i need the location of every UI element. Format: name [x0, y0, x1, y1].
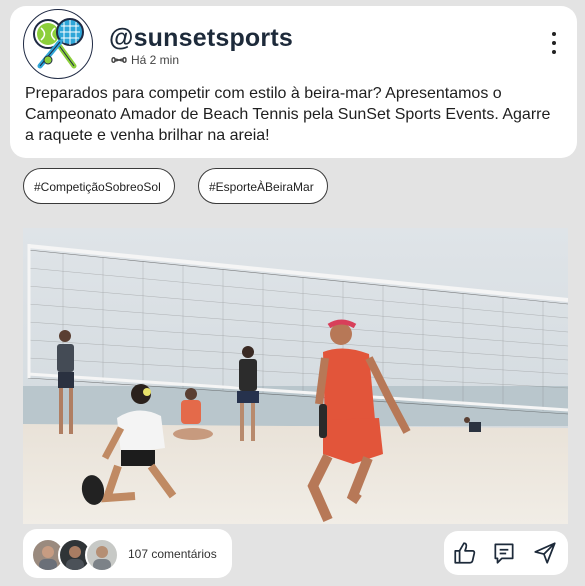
hashtag-chip[interactable]: #EsporteÀBeiraMar: [198, 168, 328, 204]
commenter-avatar: [85, 538, 119, 572]
post-time: Há 2 min: [131, 53, 180, 67]
comment-icon[interactable]: [491, 540, 517, 566]
thumbs-up-icon[interactable]: [452, 540, 478, 566]
profile-avatar[interactable]: [23, 9, 93, 79]
more-vertical-icon[interactable]: [551, 32, 557, 60]
post-actions: [444, 531, 568, 575]
comment-count[interactable]: 107 comentários: [128, 547, 217, 561]
send-icon[interactable]: [532, 540, 558, 566]
beach-tennis-photo: [23, 228, 568, 524]
post-photo[interactable]: [23, 228, 568, 524]
hashtag-chip[interactable]: #CompetiçãoSobreoSol: [23, 168, 175, 204]
comments-summary[interactable]: 107 comentários: [23, 529, 232, 578]
post-caption: Preparados para competir com estilo à be…: [25, 85, 551, 144]
username[interactable]: @sunsetsports: [109, 24, 293, 53]
infinity-icon: [111, 57, 127, 63]
post-card: @sunsetsports Há 2 min Preparados para c…: [10, 6, 577, 158]
tennis-rackets-logo-icon: [33, 18, 84, 69]
post-meta: Há 2 min: [111, 53, 179, 67]
